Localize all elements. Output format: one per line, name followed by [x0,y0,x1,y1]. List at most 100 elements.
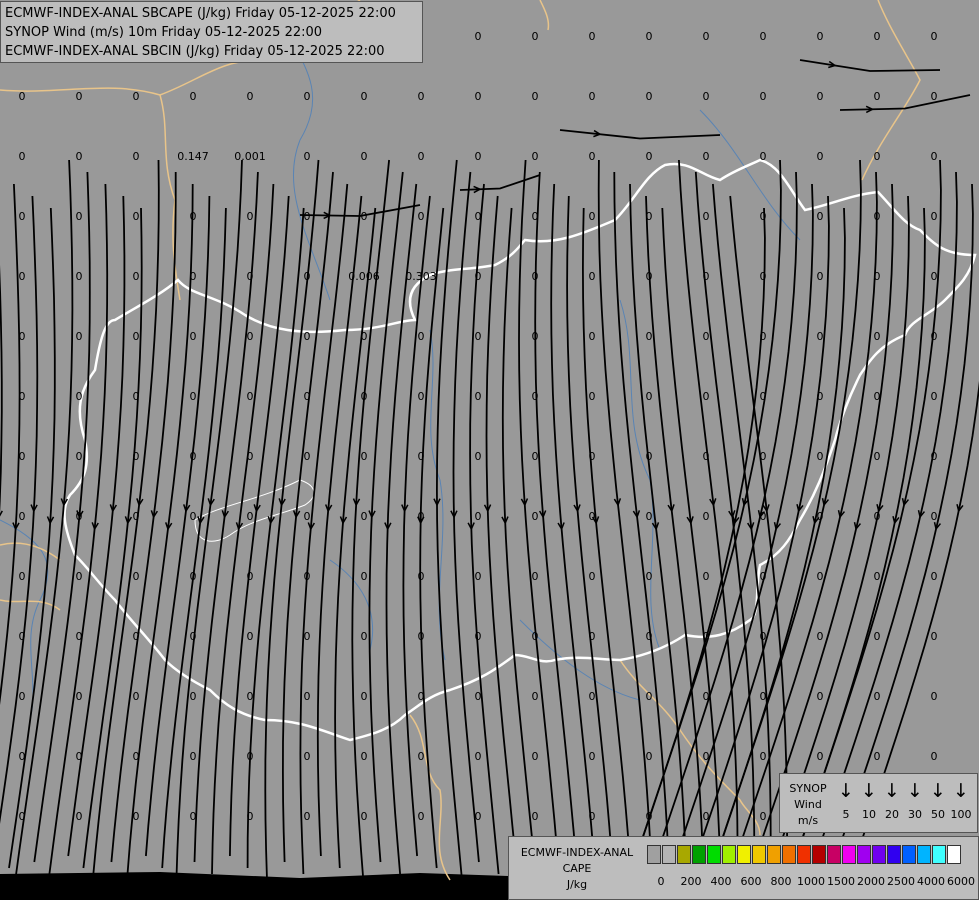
field-value-label: 0 [703,270,710,283]
field-value-label: 0 [874,390,881,403]
field-value-label: 0 [760,390,767,403]
field-value-label: 0 [760,90,767,103]
field-value-label: 0 [133,510,140,523]
field-value-label: 0 [304,390,311,403]
field-value-label: 0 [190,750,197,763]
field-value-label: 0 [532,30,539,43]
field-value-label: 0 [76,750,83,763]
field-value-label: 0 [304,630,311,643]
field-value-label: 0 [646,390,653,403]
cape-color-swatch [707,845,721,864]
field-value-label: 0 [247,390,254,403]
field-value-label: 0 [418,570,425,583]
field-value-label: 0 [418,510,425,523]
field-value-label: 0 [76,690,83,703]
cape-color-swatch [677,845,691,864]
field-value-label: 0 [19,390,26,403]
field-value-label: 0 [646,270,653,283]
field-value-label: 0 [874,450,881,463]
field-value-label: 0 [304,750,311,763]
field-value-label: 0 [361,570,368,583]
field-value-label: 0 [19,630,26,643]
field-value-label: 0 [817,270,824,283]
field-value-label: 0 [532,90,539,103]
field-value-label: 0 [931,390,938,403]
field-value-label: 0 [133,330,140,343]
field-value-label: 0 [304,450,311,463]
field-value-label: 0 [703,330,710,343]
wind-legend-entry: ↓ 10 [857,780,881,821]
field-value-label: 0 [133,450,140,463]
field-value-label: 0 [931,330,938,343]
cape-tick-label: 1000 [797,875,825,888]
field-value-label: 0 [874,630,881,643]
wind-arrow-icon: ↓ [861,780,877,802]
field-value-label: 0 [247,570,254,583]
cape-tick-label: 600 [740,875,762,888]
field-value-label: 0 [931,30,938,43]
field-value-label: 0 [190,690,197,703]
field-value-label: 0 [817,510,824,523]
field-value-label: 0 [817,690,824,703]
field-value-label: 0 [703,510,710,523]
field-value-label: 0 [133,270,140,283]
field-value-label: 0 [931,510,938,523]
wind-legend-header: SYNOP Wind m/s [789,782,827,827]
cape-color-swatch [782,845,796,864]
wind-legend-entry: ↓ 100 [949,780,973,821]
wind-legend-value: 30 [908,808,922,821]
field-value-label: 0 [589,30,596,43]
cape-color-swatch [932,845,946,864]
field-value-label: 0 [304,570,311,583]
field-value-label: 0 [475,690,482,703]
field-value-label: 0 [247,210,254,223]
field-value-label: 0 [931,450,938,463]
field-value-label: 0 [703,450,710,463]
field-value-label: 0 [532,390,539,403]
field-value-label: 0 [304,810,311,823]
cape-tick-label: 0 [657,875,665,888]
wind-legend-value: 20 [885,808,899,821]
field-value-label: 0 [931,750,938,763]
field-value-label: 0 [874,150,881,163]
cape-tick-label: 200 [680,875,702,888]
cape-color-swatch [812,845,826,864]
field-value-label: 0 [133,750,140,763]
map-canvas[interactable]: 0 0 0 0 0 0 0 0 0 0 0 0 0 0 0 0 0 0 0 0 0 0 0 0 0 0 0 0 0 0.147 0.001 0… [0,0,979,900]
field-value-label: 0 [133,150,140,163]
field-value-label: 0 [760,630,767,643]
field-value-label: 0 [190,330,197,343]
field-value-label: 0 [760,30,767,43]
field-value-label: 0 [589,390,596,403]
cape-legend: ECMWF-INDEX-ANAL CAPE J/kg 0 200 400 600 800… [508,836,979,900]
wind-legend-value: 100 [950,808,972,821]
field-value-label: 0 [532,510,539,523]
field-value-label: 0 [475,630,482,643]
field-value-label: 0 [589,330,596,343]
field-value-label: 0 [817,750,824,763]
field-value-label: 0 [133,570,140,583]
field-value-label: 0 [19,90,26,103]
field-value-label: 0 [475,810,482,823]
field-value-label: 0 [646,810,653,823]
field-value-label: 0 [874,570,881,583]
field-value-label: 0 [874,690,881,703]
field-value-label: 0 [703,30,710,43]
field-value-label: 0 [133,390,140,403]
field-value-label: 0 [817,450,824,463]
field-value-label: 0 [19,210,26,223]
field-value-label: 0 [931,90,938,103]
field-value-label: 0 [76,390,83,403]
field-value-label: 0 [19,750,26,763]
field-value-label: 0 [532,690,539,703]
field-value-label: 0 [760,510,767,523]
title-line-sbcape: ECMWF-INDEX-ANAL SBCAPE (J/kg) Friday 05… [5,6,396,21]
field-value-label: 0 [418,330,425,343]
wind-legend-entry: ↓ 20 [880,780,904,821]
wind-legend-value: 50 [931,808,945,821]
field-value-label: 0 [190,90,197,103]
cape-color-swatch [662,845,676,864]
field-value-label: 0 [874,270,881,283]
field-value-label: 0 [190,510,197,523]
cape-color-swatch [797,845,811,864]
